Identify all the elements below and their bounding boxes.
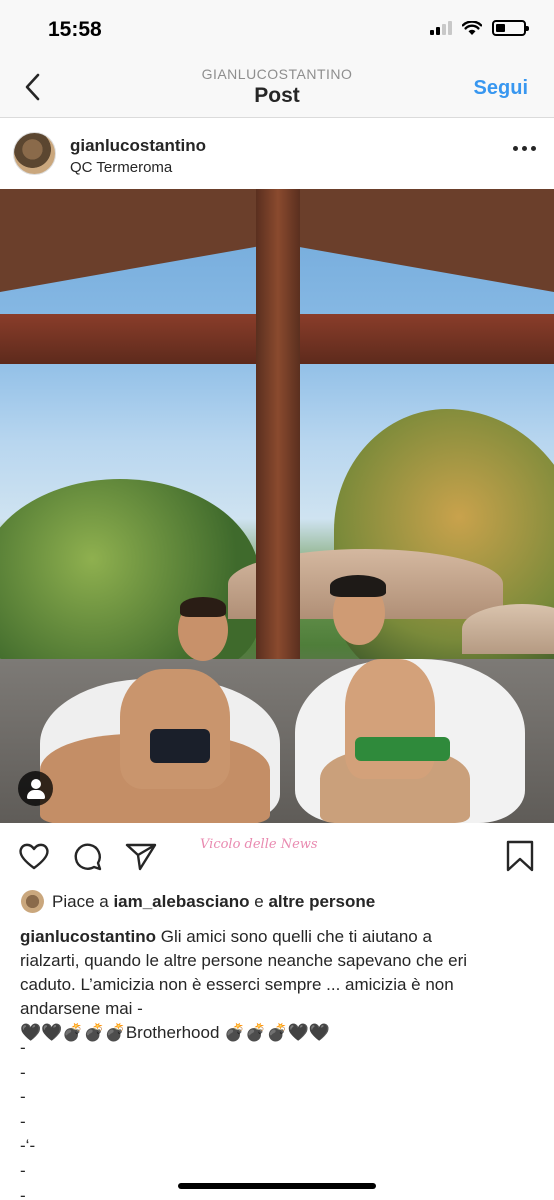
battery-icon (492, 20, 529, 36)
caption-dash: - (20, 1111, 26, 1131)
post-header: gianlucostantino QC Termeroma (0, 119, 554, 189)
heart-icon[interactable] (17, 839, 51, 873)
likes-text[interactable]: Piace a iam_alebasciano e altre persone (52, 892, 375, 912)
nav-subtitle: GIANLUCOSTANTINO (201, 66, 353, 82)
avatar[interactable] (13, 132, 56, 175)
post-caption: gianlucostantino Gli amici sono quelli c… (20, 925, 540, 1045)
caption-text-4: andarsene mai - (20, 999, 143, 1018)
caption-dash: -‘- (20, 1136, 36, 1156)
caption-text-1: Gli amici sono quelli che ti aiutano a (156, 927, 432, 946)
caption-dash: - (20, 1160, 26, 1180)
paper-plane-icon[interactable] (124, 839, 158, 873)
action-bar: Vicolo delle News (0, 823, 554, 889)
status-bar: 15:58 (0, 0, 554, 60)
status-time: 15:58 (48, 18, 102, 41)
caption-text-2: rialzarti, quando le altre persone neanc… (20, 951, 468, 970)
page-title: Post (254, 84, 300, 107)
comment-icon[interactable] (71, 839, 105, 873)
nav-header: GIANLUCOSTANTINO Post Segui (0, 60, 554, 118)
caption-dash: - (20, 1062, 26, 1082)
caption-username[interactable]: gianlucostantino (20, 927, 156, 946)
cellular-signal-icon (430, 21, 452, 35)
likes-row: Piace a iam_alebasciano e altre persone (0, 888, 554, 918)
ellipsis-icon[interactable] (513, 146, 536, 151)
caption-dashes: - - - - -‘- - - (20, 1036, 120, 1200)
status-icons (430, 20, 529, 36)
post-photo[interactable] (0, 189, 554, 823)
likes-others[interactable]: altre persone (268, 892, 375, 911)
user-tag-icon[interactable] (18, 771, 53, 806)
caption-dash: - (20, 1038, 26, 1057)
liker-username[interactable]: iam_alebasciano (113, 892, 249, 911)
post-location[interactable]: QC Termeroma (70, 159, 172, 176)
watermark-text: Vicolo delle News (200, 837, 318, 852)
caption-dash: - (20, 1185, 26, 1200)
caption-dash: - (20, 1087, 26, 1107)
caption-text-3: caduto. L’amicizia non è esserci sempre … (20, 975, 454, 994)
wifi-icon (462, 20, 482, 35)
home-indicator[interactable] (178, 1183, 376, 1189)
post-username[interactable]: gianlucostantino (70, 136, 206, 156)
bookmark-icon[interactable] (503, 839, 537, 873)
follow-button[interactable]: Segui (474, 77, 528, 100)
liker-avatar[interactable] (21, 890, 44, 913)
